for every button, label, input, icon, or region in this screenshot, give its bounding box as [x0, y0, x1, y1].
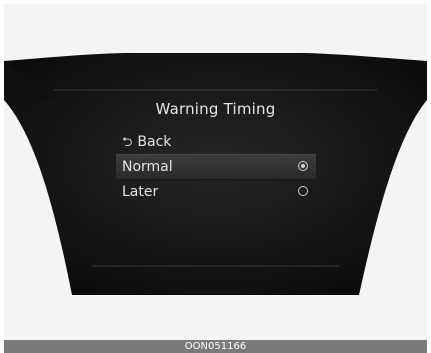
figure-code-bar: OON051166 [4, 340, 427, 353]
radio-unselected-icon [298, 186, 308, 196]
settings-menu: ⮌ Back Normal Later [116, 130, 316, 204]
back-label: Back [137, 134, 172, 150]
screen-title: Warning Timing [155, 100, 276, 118]
return-arrow-icon: ⮌ [122, 135, 133, 150]
option-normal-label: Normal [122, 159, 173, 175]
option-normal[interactable]: Normal [116, 154, 316, 180]
back-button[interactable]: ⮌ Back [116, 130, 316, 154]
option-later-label: Later [122, 184, 159, 200]
radio-selected-icon [298, 161, 308, 171]
figure-code: OON051166 [184, 341, 247, 352]
option-later[interactable]: Later [116, 180, 316, 204]
